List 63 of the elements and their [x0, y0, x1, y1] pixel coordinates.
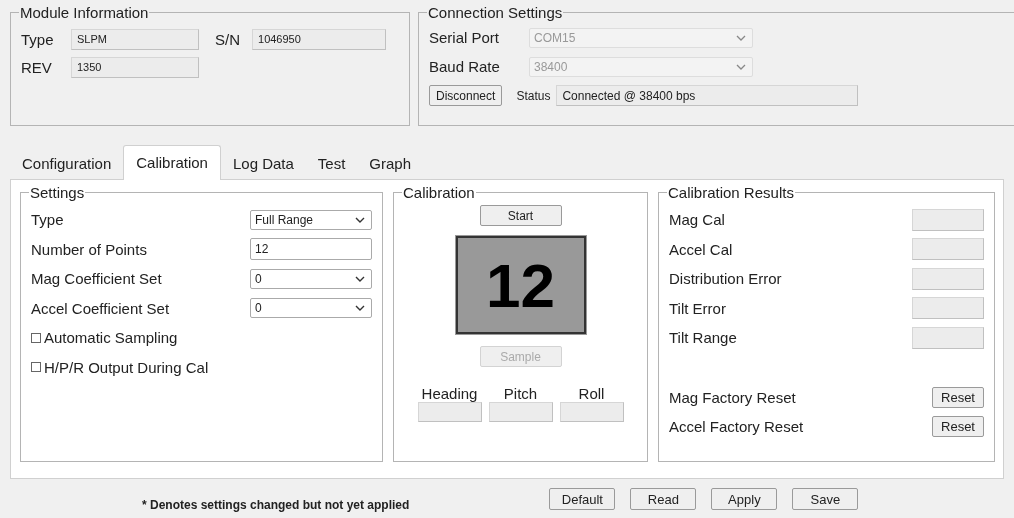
readout-field: [488, 402, 553, 422]
input-field[interactable]: 12: [250, 238, 372, 261]
readout-field: [559, 402, 624, 422]
setting-label: Accel Coefficient Set: [31, 299, 170, 317]
result-label: Tilt Error: [669, 299, 726, 317]
group-title: Settings: [29, 184, 86, 201]
field-label: Type: [21, 30, 55, 48]
result-field: [912, 267, 984, 290]
field-label: Baud Rate: [429, 58, 501, 75]
field-label: Serial Port: [429, 29, 501, 46]
chevron-down-icon: [736, 63, 746, 70]
serial-number-field: 1046950: [252, 28, 386, 50]
group-title: Connection Settings: [427, 4, 564, 21]
chevron-down-icon: [355, 216, 365, 223]
footer-button[interactable]: Default: [549, 488, 616, 510]
field-label: REV: [21, 58, 53, 76]
point-counter: 12: [455, 236, 586, 334]
result-label: Mag Cal: [669, 211, 725, 229]
field-label: S/N: [215, 30, 240, 48]
reset-button[interactable]: Reset: [932, 386, 984, 408]
footer-note: * Denotes settings changed but not yet applied: [142, 498, 410, 512]
tab[interactable]: Calibration: [123, 145, 221, 180]
checkbox[interactable]: Automatic Sampling: [31, 329, 178, 347]
reset-label: Mag Factory Reset: [669, 388, 796, 406]
group-title: Calibration: [402, 184, 476, 201]
status-field: Connected @ 38400 bps: [556, 85, 859, 106]
chevron-down-icon: [736, 34, 746, 41]
result-field: [912, 297, 984, 320]
chevron-down-icon: [355, 305, 365, 312]
footer-button[interactable]: Apply: [711, 488, 778, 510]
tab[interactable]: Test: [305, 149, 358, 179]
chevron-down-icon: [355, 275, 365, 282]
group-title: Calibration Results: [667, 184, 795, 201]
group-title: Module Information: [19, 4, 150, 21]
tab[interactable]: Configuration: [10, 149, 124, 179]
status-label: Status: [516, 88, 551, 103]
start-button[interactable]: Start: [479, 205, 562, 226]
readout-field: [417, 402, 482, 422]
readout-label: Heading: [421, 385, 478, 402]
result-field: [912, 208, 984, 231]
reset-button[interactable]: Reset: [932, 416, 984, 438]
rev-field: 1350: [71, 56, 199, 78]
footer-button[interactable]: Save: [792, 488, 859, 510]
readout-label: Roll: [578, 385, 605, 402]
dropdown[interactable]: 0: [250, 298, 372, 319]
result-label: Accel Cal: [669, 240, 733, 258]
setting-label: Number of Points: [31, 240, 147, 258]
setting-label: Mag Coefficient Set: [31, 270, 162, 288]
reset-label: Accel Factory Reset: [669, 418, 804, 436]
tab[interactable]: Log Data: [220, 149, 306, 179]
result-label: Distribution Error: [669, 270, 782, 288]
footer-button[interactable]: Read: [630, 488, 697, 510]
result-field: [912, 326, 984, 349]
dropdown[interactable]: 0: [250, 268, 372, 289]
result-label: Tilt Range: [669, 329, 737, 347]
checkbox[interactable]: H/P/R Output During Cal: [31, 358, 209, 376]
tab[interactable]: Graph: [357, 149, 424, 179]
type-field: SLPM: [71, 28, 199, 50]
setting-label: Type: [31, 211, 64, 229]
dropdown[interactable]: Full Range: [250, 209, 372, 230]
readout-label: Pitch: [503, 385, 538, 402]
disconnect-button[interactable]: Disconnect: [429, 85, 503, 106]
result-field: [912, 238, 984, 261]
